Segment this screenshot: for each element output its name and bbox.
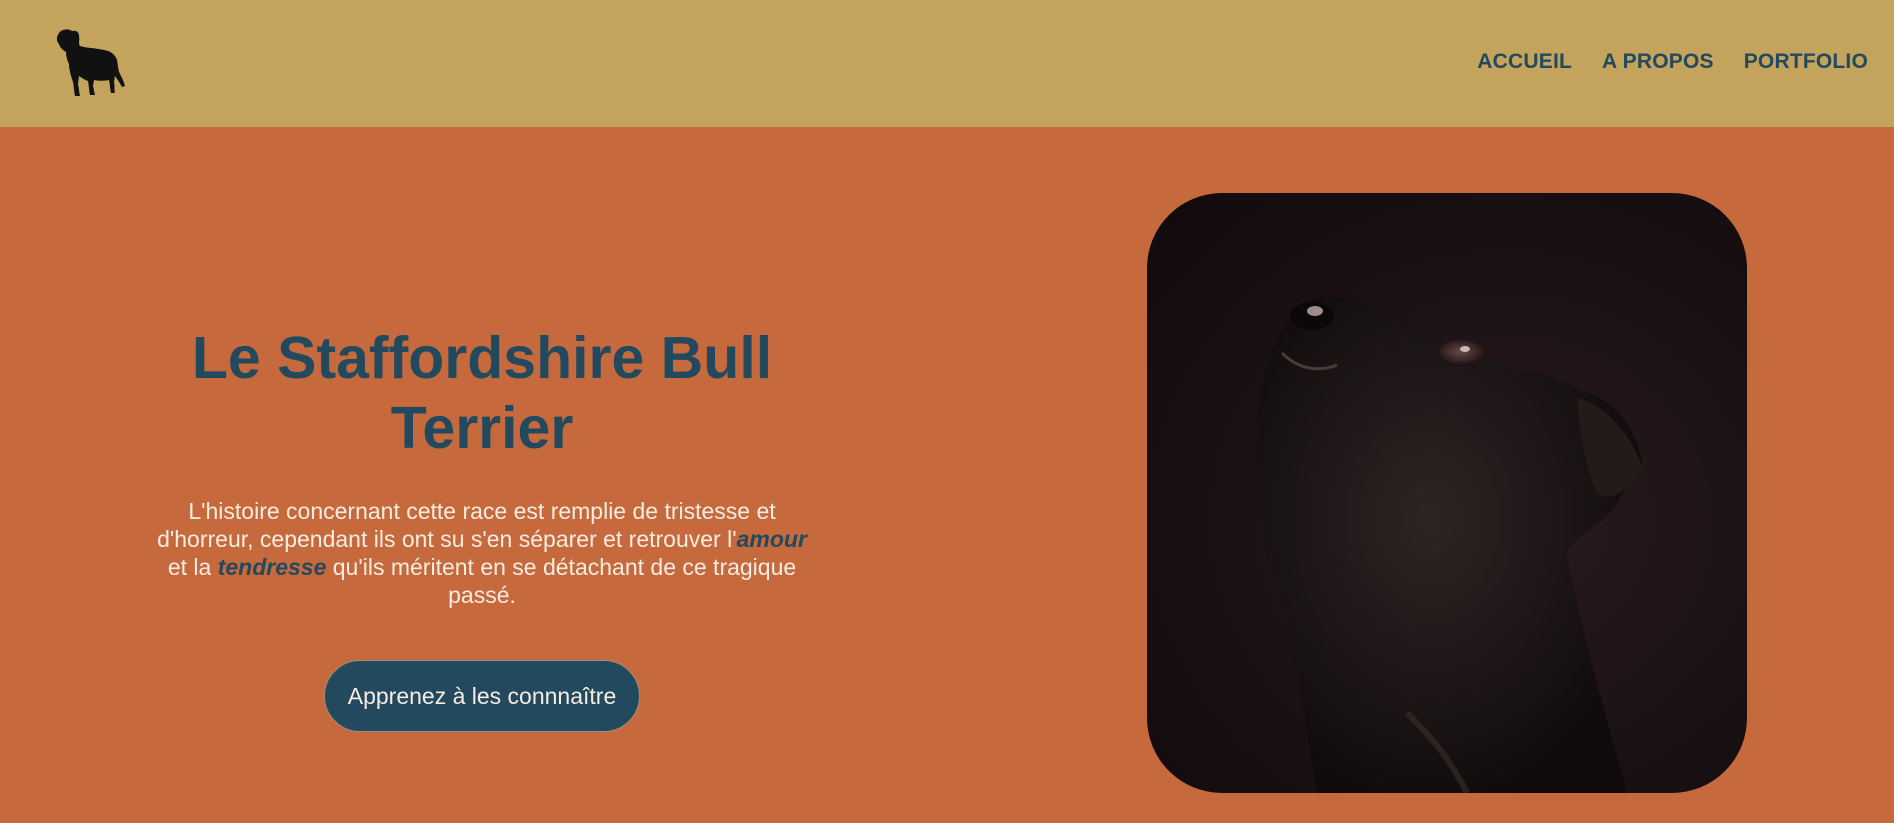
site-header: ACCUEIL A PROPOS PORTFOLIO [0, 0, 1894, 127]
main-nav: ACCUEIL A PROPOS PORTFOLIO [1477, 50, 1868, 74]
learn-more-button[interactable]: Apprenez à les connnaître [323, 660, 641, 732]
hero-text-part-1: L'histoire concernant cette race est rem… [157, 498, 776, 552]
dog-logo-icon[interactable] [52, 26, 126, 98]
hero-text-part-3: qu'ils méritent en se détachant de ce tr… [326, 554, 797, 608]
nav-link-accueil[interactable]: ACCUEIL [1477, 50, 1572, 74]
hero-emphasis-tendresse: tendresse [217, 554, 327, 580]
hero-text-part-2: et la [167, 554, 218, 580]
nav-link-portfolio[interactable]: PORTFOLIO [1744, 50, 1868, 74]
nav-link-a-propos[interactable]: A PROPOS [1602, 50, 1714, 74]
hero-description: L'histoire concernant cette race est rem… [140, 497, 824, 609]
hero-title: Le Staffordshire Bull Terrier [191, 325, 773, 461]
hero-content: Le Staffordshire Bull Terrier L'histoire… [140, 323, 824, 732]
dog-portrait-image [1147, 193, 1747, 793]
hero-emphasis-amour: amour [736, 526, 807, 552]
